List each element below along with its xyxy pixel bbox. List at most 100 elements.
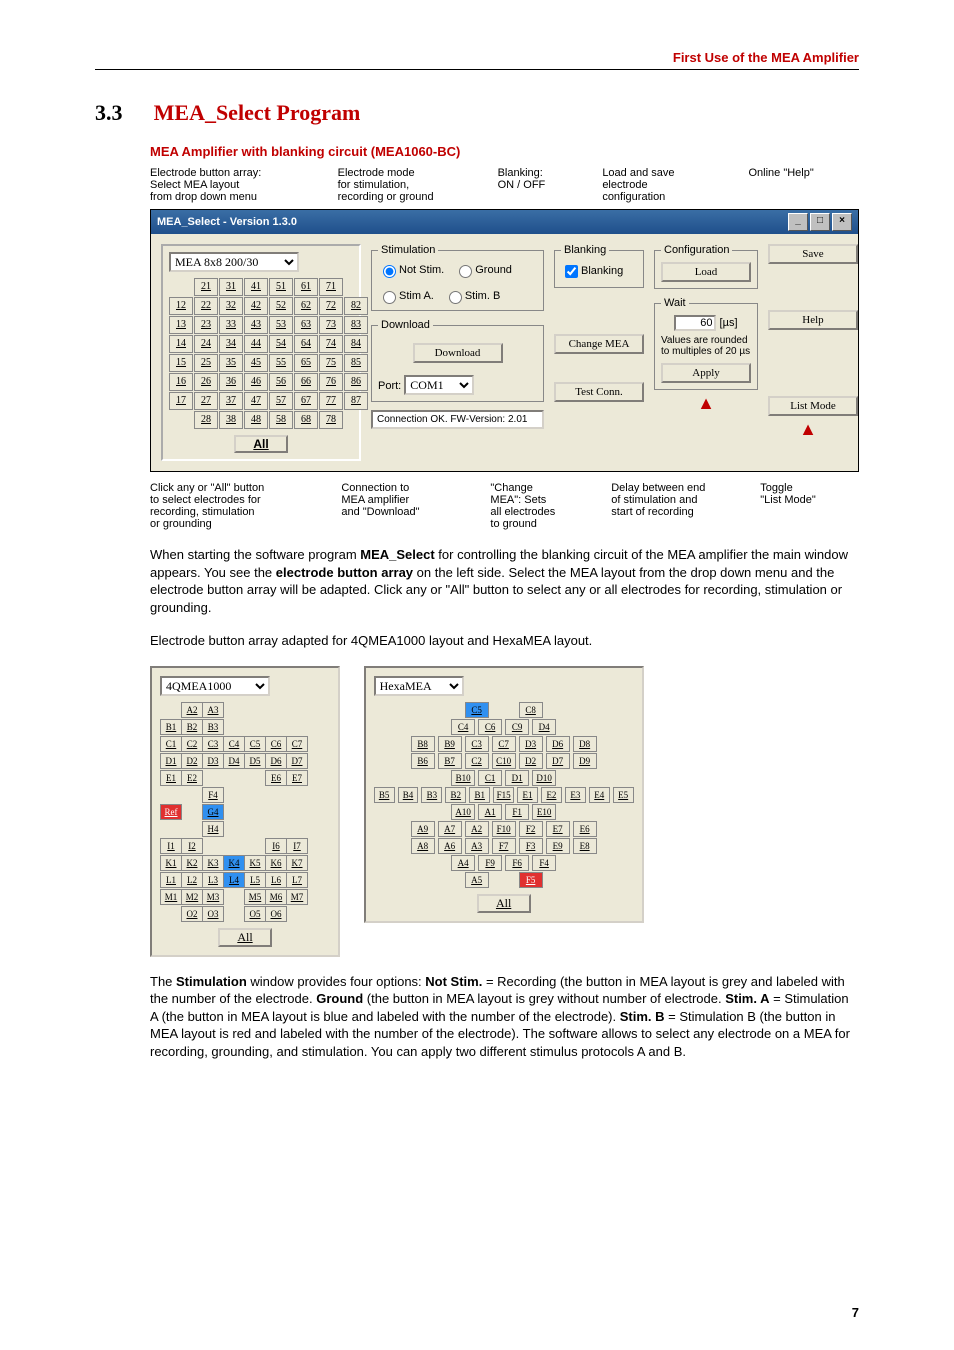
electrode-button[interactable]: F2 [519,821,543,837]
electrode-button[interactable]: E4 [589,787,610,803]
electrode-button[interactable]: O6 [265,906,287,922]
electrode-button[interactable]: B1 [469,787,490,803]
electrode-button[interactable]: L7 [286,872,308,888]
save-button[interactable]: Save [768,244,858,264]
electrode-button[interactable]: D2 [519,753,543,769]
electrode-button[interactable]: D1 [505,770,529,786]
electrode-button[interactable]: K1 [160,855,182,871]
close-button[interactable]: × [832,213,852,231]
electrode-button[interactable]: E9 [546,838,570,854]
electrode-button[interactable]: 45 [244,354,268,372]
electrode-button[interactable]: B4 [398,787,419,803]
electrode-button[interactable]: 47 [244,392,268,410]
electrode-button[interactable]: L4 [223,872,245,888]
electrode-button[interactable]: D6 [546,736,570,752]
electrode-button[interactable]: M1 [160,889,182,905]
electrode-button[interactable]: 33 [219,316,243,334]
electrode-button[interactable]: K7 [286,855,308,871]
electrode-button[interactable]: L2 [181,872,203,888]
electrode-button[interactable]: C10 [492,753,516,769]
electrode-button[interactable]: D3 [202,753,224,769]
electrode-button[interactable]: D1 [160,753,182,769]
electrode-button[interactable]: D2 [181,753,203,769]
electrode-button[interactable]: D9 [573,753,597,769]
electrode-button[interactable]: 36 [219,373,243,391]
electrode-button[interactable]: D7 [286,753,308,769]
electrode-button[interactable]: E1 [517,787,538,803]
electrode-button[interactable]: E7 [286,770,308,786]
electrode-button[interactable]: D6 [265,753,287,769]
qmea-select[interactable]: 4QMEA1000 [160,676,270,696]
minimize-button[interactable]: _ [788,213,808,231]
electrode-button[interactable]: O3 [202,906,224,922]
electrode-button[interactable]: E10 [532,804,556,820]
electrode-button[interactable]: B5 [374,787,395,803]
qmea-all-button[interactable]: All [218,928,272,947]
titlebar[interactable]: MEA_Select - Version 1.3.0 _ □ × [151,210,858,234]
all-button[interactable]: All [234,435,288,453]
electrode-button[interactable]: B3 [421,787,442,803]
electrode-button[interactable]: 65 [294,354,318,372]
electrode-button[interactable]: F5 [519,872,543,888]
electrode-button[interactable]: B1 [160,719,182,735]
electrode-button[interactable]: 72 [319,297,343,315]
electrode-button[interactable]: C3 [465,736,489,752]
electrode-button[interactable]: E7 [546,821,570,837]
radio-ground[interactable]: Ground [454,262,512,278]
electrode-button[interactable]: 28 [194,411,218,429]
electrode-button[interactable]: B7 [438,753,462,769]
electrode-button[interactable]: A7 [438,821,462,837]
hexamea-all-button[interactable]: All [477,894,531,913]
help-button[interactable]: Help [768,310,858,330]
electrode-button[interactable]: 75 [319,354,343,372]
electrode-button[interactable]: 73 [319,316,343,334]
electrode-button[interactable]: 86 [344,373,368,391]
electrode-button[interactable]: F7 [492,838,516,854]
electrode-button[interactable]: 58 [269,411,293,429]
electrode-button[interactable]: 87 [344,392,368,410]
electrode-button[interactable]: C1 [478,770,502,786]
electrode-button[interactable]: C7 [492,736,516,752]
maximize-button[interactable]: □ [810,213,830,231]
electrode-button[interactable]: 77 [319,392,343,410]
electrode-button[interactable]: 21 [194,278,218,296]
wait-value[interactable]: 60 [674,315,716,331]
electrode-button[interactable]: 42 [244,297,268,315]
electrode-button[interactable]: M6 [265,889,287,905]
electrode-button[interactable]: H4 [202,821,224,837]
electrode-button[interactable]: D5 [244,753,266,769]
electrode-button[interactable]: 38 [219,411,243,429]
electrode-button[interactable]: 25 [194,354,218,372]
electrode-button[interactable]: 83 [344,316,368,334]
electrode-button[interactable]: D4 [532,719,556,735]
electrode-button[interactable]: 71 [319,278,343,296]
electrode-button[interactable]: F15 [493,787,514,803]
electrode-button[interactable]: A2 [181,702,203,718]
electrode-button[interactable]: M5 [244,889,266,905]
electrode-button[interactable]: 85 [344,354,368,372]
hexamea-select[interactable]: HexaMEA [374,676,464,696]
electrode-button[interactable]: O5 [244,906,266,922]
electrode-button[interactable]: A8 [411,838,435,854]
port-select[interactable]: COM1 [404,375,474,395]
electrode-button[interactable]: 67 [294,392,318,410]
electrode-button[interactable]: E1 [160,770,182,786]
electrode-button[interactable]: C4 [223,736,245,752]
test-conn-button[interactable]: Test Conn. [554,382,644,402]
electrode-button[interactable]: 48 [244,411,268,429]
electrode-button[interactable]: 82 [344,297,368,315]
electrode-button[interactable]: F9 [478,855,502,871]
electrode-button[interactable]: 16 [169,373,193,391]
electrode-button[interactable]: 34 [219,335,243,353]
electrode-button[interactable]: 32 [219,297,243,315]
electrode-button[interactable]: A5 [465,872,489,888]
electrode-button[interactable]: M3 [202,889,224,905]
radio-stim-a[interactable]: Stim A. [378,288,434,304]
electrode-button[interactable]: F4 [532,855,556,871]
electrode-button[interactable]: 78 [319,411,343,429]
electrode-button[interactable]: F1 [505,804,529,820]
electrode-button[interactable]: B2 [445,787,466,803]
electrode-button[interactable]: C8 [519,702,543,718]
apply-button[interactable]: Apply [661,363,751,383]
electrode-button[interactable]: 84 [344,335,368,353]
